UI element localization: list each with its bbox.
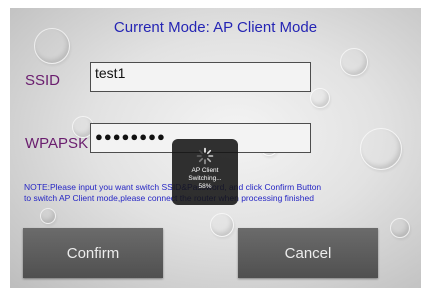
wpapsk-label: WPAPSK	[25, 135, 89, 152]
water-drop-decoration	[40, 208, 56, 224]
loading-spinner-icon	[196, 147, 214, 165]
app-screen: Current Mode: AP Client Mode SSID test1 …	[10, 8, 421, 288]
page-title: Current Mode: AP Client Mode	[113, 19, 318, 36]
progress-percent: 58%	[198, 183, 212, 190]
progress-overlay: AP Client Switching... 58%	[172, 139, 238, 205]
progress-title: AP Client	[191, 167, 219, 174]
water-drop-decoration	[360, 128, 402, 170]
ssid-input[interactable]: test1	[90, 62, 311, 92]
confirm-button[interactable]: Confirm	[23, 228, 163, 278]
water-drop-decoration	[310, 88, 330, 108]
ssid-label: SSID	[25, 72, 61, 89]
cancel-button[interactable]: Cancel	[238, 228, 378, 278]
progress-status: Switching...	[188, 175, 222, 182]
water-drop-decoration	[390, 218, 410, 238]
water-drop-decoration	[210, 213, 234, 237]
water-drop-decoration	[340, 48, 368, 76]
